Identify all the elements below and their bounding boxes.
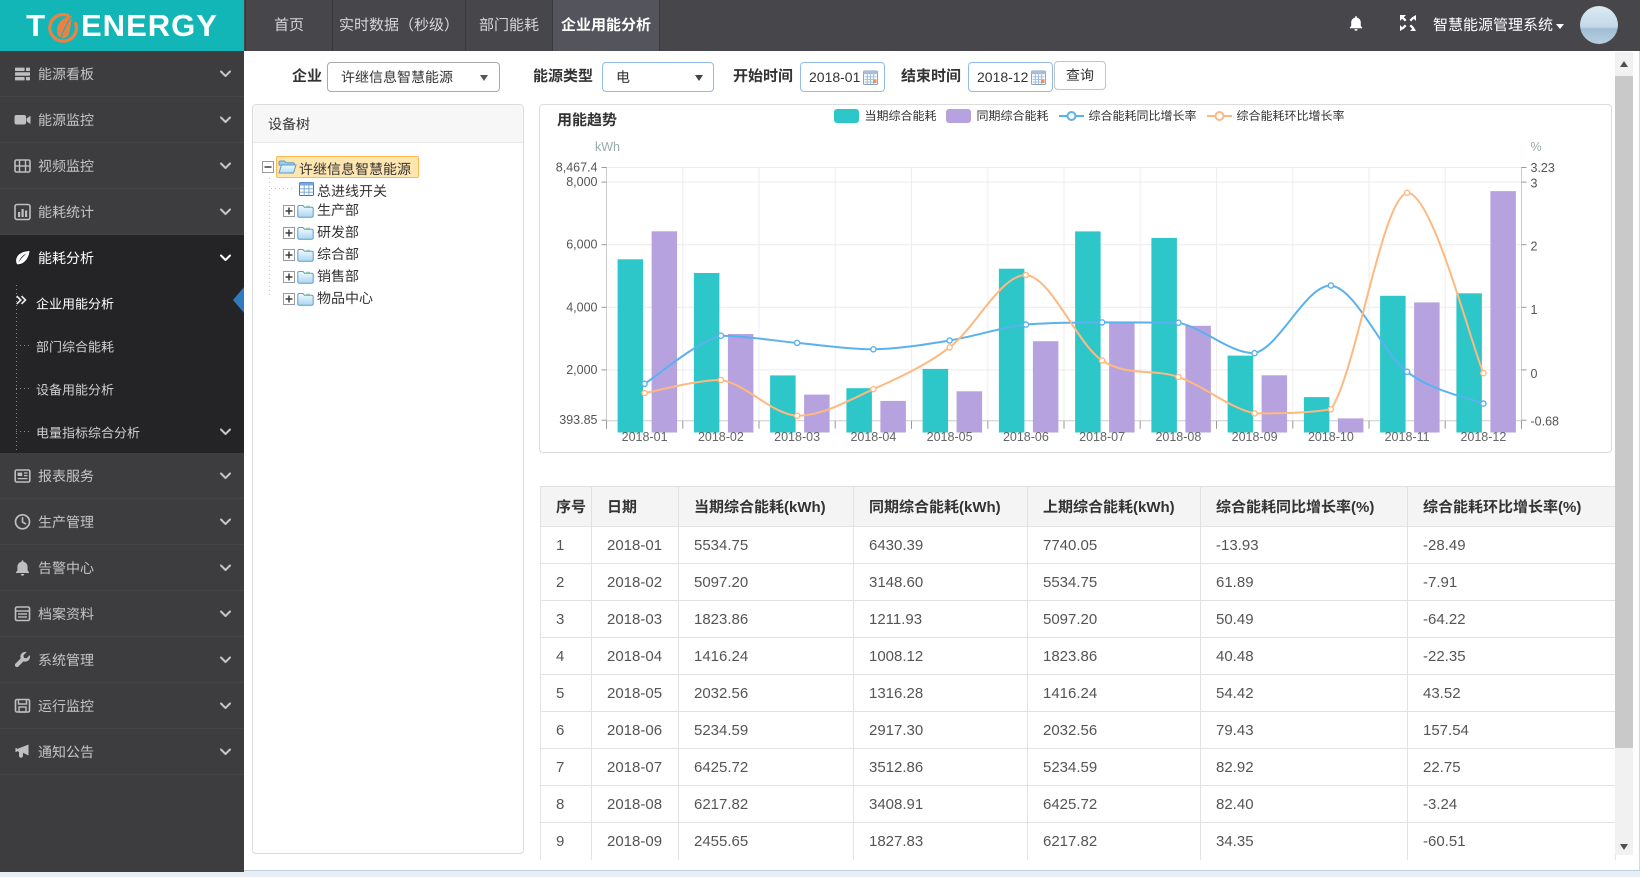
svg-text:2018-11: 2018-11 (1385, 430, 1430, 444)
svg-text:kWh: kWh (595, 140, 620, 154)
svg-text:2018-02: 2018-02 (698, 430, 744, 444)
svg-text:2018-10: 2018-10 (1308, 430, 1354, 444)
svg-text:3.23: 3.23 (1531, 161, 1555, 175)
svg-text:%: % (1531, 140, 1542, 154)
svg-text:2018-03: 2018-03 (774, 430, 820, 444)
svg-text:0: 0 (1531, 367, 1538, 381)
svg-text:-0.68: -0.68 (1531, 415, 1560, 429)
svg-text:6,000: 6,000 (566, 238, 597, 252)
svg-text:2018-12: 2018-12 (1460, 430, 1506, 444)
svg-text:2018-07: 2018-07 (1079, 430, 1125, 444)
svg-text:2018-06: 2018-06 (1003, 430, 1049, 444)
svg-text:2,000: 2,000 (566, 363, 597, 377)
svg-text:2018-04: 2018-04 (850, 430, 896, 444)
svg-text:3: 3 (1531, 177, 1538, 191)
svg-text:2018-09: 2018-09 (1232, 430, 1278, 444)
svg-text:2: 2 (1531, 240, 1538, 254)
svg-text:2018-08: 2018-08 (1155, 430, 1201, 444)
svg-text:4,000: 4,000 (566, 300, 597, 314)
svg-text:393.85: 393.85 (559, 413, 597, 427)
svg-text:2018-05: 2018-05 (927, 430, 973, 444)
svg-text:8,000: 8,000 (566, 175, 597, 189)
svg-text:1: 1 (1531, 303, 1538, 317)
svg-text:2018-01: 2018-01 (622, 430, 668, 444)
svg-text:8,467.4: 8,467.4 (556, 161, 598, 175)
